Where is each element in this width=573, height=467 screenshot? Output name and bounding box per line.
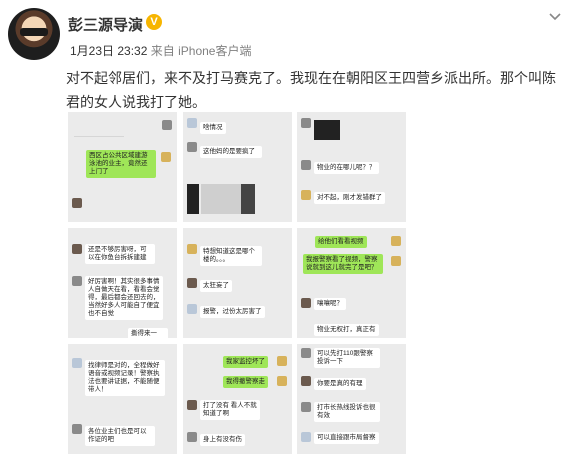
chat-avatar: [301, 348, 311, 358]
chat-avatar: [72, 276, 82, 286]
chat-bubble: 特想知道这是哪个楼的。。。: [200, 246, 262, 266]
screenshot-8[interactable]: 我家监控坏了 我得撤警察走 打了没有 看人不就知道了啊 身上有没有伤: [183, 344, 292, 454]
chat-bubble: 你要是真的有理: [314, 378, 366, 390]
chat-avatar: [161, 152, 171, 162]
chat-avatar: [72, 358, 82, 368]
chat-bubble: 我报警察看了视频，警察说就到这儿就完了是吧？: [303, 254, 383, 274]
post-date[interactable]: 1月23日 23:32: [70, 44, 147, 58]
chat-line: [74, 136, 124, 137]
chat-avatar: [187, 142, 197, 152]
chat-bubble: 太狂妄了: [200, 280, 232, 292]
chat-bubble: 可以直接跟市局督察: [314, 432, 379, 444]
chat-bubble: 找律师是对的，全程做好语音或视频记录！警察执法也要讲证据，不能随便带人！: [85, 360, 165, 396]
chat-bubble: 身上有没有伤: [200, 434, 245, 446]
post-header: 彭三源导演 V 1月23日 23:32 来自 iPhone客户端: [0, 0, 573, 62]
chat-bubble: 撕得来一: [128, 328, 168, 338]
chevron-down-icon[interactable]: [548, 10, 562, 24]
screenshot-1[interactable]: 西区占公共区域建游泳池的业主，竟然还上门了: [68, 112, 177, 222]
chat-bubble: 各位业主们也是可以作证的吧: [85, 426, 155, 446]
chat-bubble: 还是不够厉害呀，可以在你鱼台拆拆建建: [85, 244, 155, 264]
screenshot-2[interactable]: 啥情况 这他妈的是要疯了: [183, 112, 292, 222]
chat-bubble: 打了没有 看人不就知道了啊: [200, 400, 260, 420]
chat-avatar: [391, 256, 401, 266]
chat-avatar: [162, 120, 172, 130]
chat-avatar: [187, 400, 197, 410]
chat-bubble: 西区占公共区域建游泳池的业主，竟然还上门了: [86, 150, 156, 178]
avatar-glasses: [20, 28, 48, 36]
avatar[interactable]: [8, 8, 60, 60]
post-text: 对不起邻居们，来不及打马赛克了。我现在在朝阳区王四营乡派出所。那个叫陈君的女人说…: [66, 70, 556, 110]
chat-avatar: [301, 160, 311, 170]
screenshot-5[interactable]: 特想知道这是哪个楼的。。。 太狂妄了 报警，过份太厉害了: [183, 228, 292, 338]
chat-bubble: 物业无权打，真正有: [314, 324, 379, 336]
chat-avatar: [277, 376, 287, 386]
chat-bubble: 打市长热线投诉也很有效: [314, 402, 380, 422]
chat-photo: [314, 120, 340, 140]
chat-bubble: 报警，过份太厉害了: [200, 306, 265, 318]
chat-bubble: 可以先打110跟警察投诉一下: [314, 348, 380, 368]
chat-photo: [187, 184, 199, 214]
chat-avatar: [301, 118, 311, 128]
chat-avatar: [391, 236, 401, 246]
chat-avatar: [301, 402, 311, 412]
chat-avatar: [187, 244, 197, 254]
author-name[interactable]: 彭三源导演: [68, 14, 143, 35]
chat-bubble: 我家监控坏了: [223, 356, 268, 368]
image-grid: 西区占公共区域建游泳池的业主，竟然还上门了 啥情况 这他妈的是要疯了 物业的在哪…: [68, 112, 408, 467]
chat-photo: [201, 184, 241, 214]
chat-avatar: [301, 432, 311, 442]
chat-bubble: 对不起，刚才发错群了: [314, 192, 385, 204]
chat-bubble: 好厉害啊！其实很多事情人自做天在看，看看会觉得，最后都会还回去的，当然好多人可能…: [85, 276, 163, 320]
post-meta: 1月23日 23:32 来自 iPhone客户端: [70, 42, 251, 59]
screenshot-6[interactable]: 给他们看看视频 我报警察看了视频，警察说就到这儿就完了是吧？ 嚷嚷呢？ 物业无权…: [297, 228, 406, 338]
chat-avatar: [72, 198, 82, 208]
screenshot-4[interactable]: 还是不够厉害呀，可以在你鱼台拆拆建建 好厉害啊！其实很多事情人自做天在看，看看会…: [68, 228, 177, 338]
post-source[interactable]: iPhone客户端: [178, 44, 251, 58]
chat-avatar: [187, 304, 197, 314]
verified-badge-icon: V: [146, 14, 162, 30]
screenshot-9[interactable]: 可以先打110跟警察投诉一下 你要是真的有理 打市长热线投诉也很有效 可以直接跟…: [297, 344, 406, 454]
chat-avatar: [72, 244, 82, 254]
chat-bubble: 这他妈的是要疯了: [200, 146, 262, 158]
screenshot-7[interactable]: 找律师是对的，全程做好语音或视频记录！警察执法也要讲证据，不能随便带人！ 各位业…: [68, 344, 177, 454]
chat-avatar: [187, 432, 197, 442]
screenshot-3[interactable]: 物业的在哪儿呢？？ 对不起，刚才发错群了: [297, 112, 406, 222]
chat-avatar: [72, 424, 82, 434]
chat-bubble: 我得撤警察走: [223, 376, 268, 388]
source-prefix: 来自: [150, 44, 175, 58]
chat-photo: [241, 184, 255, 214]
chat-avatar: [187, 278, 197, 288]
chat-bubble: 给他们看看视频: [315, 236, 367, 248]
chat-bubble: 啥情况: [200, 122, 226, 134]
chat-avatar: [187, 118, 197, 128]
chat-avatar: [301, 376, 311, 386]
chat-avatar: [301, 190, 311, 200]
chat-bubble: 嚷嚷呢？: [314, 298, 346, 310]
chat-bubble: 物业的在哪儿呢？？: [314, 162, 379, 174]
chat-avatar: [277, 356, 287, 366]
chat-avatar: [301, 298, 311, 308]
